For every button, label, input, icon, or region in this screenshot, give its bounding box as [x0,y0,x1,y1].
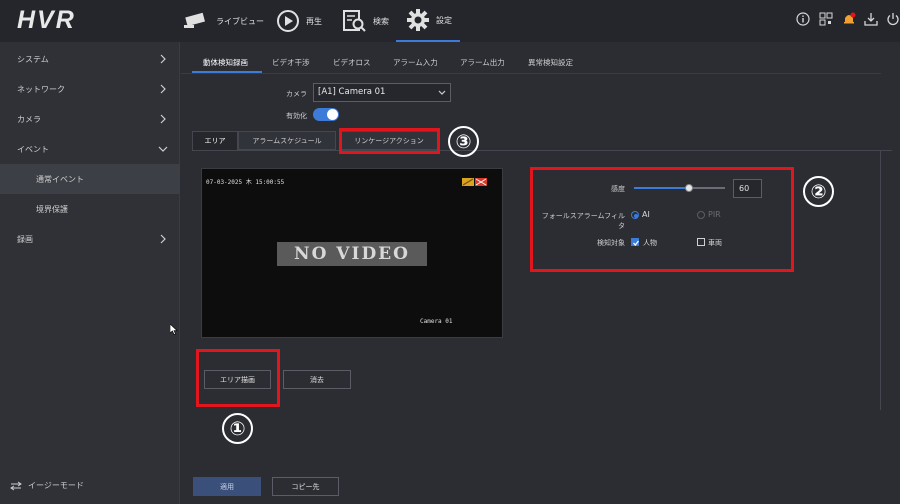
sidebar-item-perimeter[interactable]: 境界保護 [0,194,180,224]
sidebar-item-label: システム [17,54,49,64]
nav-search[interactable]: 検索 [341,0,389,42]
annotation-number-2: ② [803,176,834,207]
nav-label: 検索 [373,16,389,26]
tab-video-loss[interactable]: ビデオロス [333,57,371,68]
sidebar-item-label: イベント [17,144,49,154]
video-camera-name: Camera 01 [420,318,453,325]
chevron-right-icon [160,114,166,124]
sidebar-item-label: ネットワーク [17,84,65,94]
alarm-bell-icon[interactable] [842,12,856,26]
sidebar-item-network[interactable]: ネットワーク [0,74,180,104]
mouse-cursor-icon [170,324,178,335]
switch-mode-icon [10,481,22,490]
app-logo: HVR [17,6,76,34]
nav-live-view[interactable]: ライブビュー [180,0,264,42]
chevron-down-icon [158,146,168,152]
top-bar: HVR ライブビュー 再生 検索 設定 [0,0,900,42]
power-icon[interactable] [886,12,900,26]
sidebar-item-event[interactable]: イベント [0,134,180,164]
nav-label: 設定 [436,15,452,25]
chevron-down-icon [438,90,446,95]
highlight-box-linkage [339,128,440,154]
subtab-area[interactable]: エリア [192,131,238,150]
tab-video-tampering[interactable]: ビデオ干渉 [272,57,310,68]
copy-to-button[interactable]: コピー先 [272,477,339,496]
camera-label: カメラ [286,90,307,98]
tab-alarm-output[interactable]: アラーム出力 [460,57,505,68]
camera-select[interactable]: [A1] Camera 01 [313,83,451,102]
tab-separator [181,73,881,74]
annotation-number-1: ① [222,413,253,444]
chevron-right-icon [160,54,166,64]
subtab-alarm-schedule[interactable]: アラームスケジュール [238,131,336,150]
play-icon [277,10,299,32]
easy-mode-toggle[interactable]: イージーモード [10,480,84,491]
toggle-knob [327,109,338,120]
easy-mode-label: イージーモード [28,481,84,490]
enable-label: 有効化 [286,112,307,120]
sidebar-item-label: 通常イベント [36,174,84,184]
download-icon[interactable] [864,12,878,26]
sidebar-item-label: 境界保護 [36,204,68,214]
no-video-placeholder: NO VIDEO [277,242,427,266]
qr-code-icon[interactable] [819,12,833,26]
active-tab-indicator [192,71,262,73]
sidebar-item-camera[interactable]: カメラ [0,104,180,134]
camera-select-value: [A1] Camera 01 [318,87,386,97]
tab-exception[interactable]: 異常検知設定 [528,57,573,68]
tab-alarm-input[interactable]: アラーム入力 [393,57,438,68]
annotation-number-3: ③ [448,126,479,157]
tab-motion-detection[interactable]: 動体検知録画 [203,57,248,68]
highlight-box-draw-area [196,349,280,407]
clear-button[interactable]: 消去 [283,370,351,389]
nav-label: ライブビュー [216,16,264,26]
sidebar-item-recording[interactable]: 録画 [0,224,180,254]
sidebar-item-label: 録画 [17,234,33,244]
scrollbar[interactable] [880,150,881,410]
nav-playback[interactable]: 再生 [276,0,322,42]
nav-settings[interactable]: 設定 [396,0,460,42]
nav-label: 再生 [306,16,322,26]
gear-icon [407,9,429,31]
chevron-right-icon [160,84,166,94]
sidebar-item-label: カメラ [17,114,41,124]
sidebar-item-system[interactable]: システム [0,44,180,74]
sidebar-item-normal-event[interactable]: 通常イベント [0,164,180,194]
search-doc-icon [343,10,366,32]
video-timestamp: 07-03-2025 木 15:00:55 [206,179,285,186]
recording-status-icon [462,178,487,186]
apply-button[interactable]: 適用 [193,477,261,496]
camera-icon [184,12,205,28]
info-icon[interactable] [796,12,810,26]
subtab-separator [192,150,892,151]
highlight-box-settings [530,167,794,272]
chevron-right-icon [160,234,166,244]
